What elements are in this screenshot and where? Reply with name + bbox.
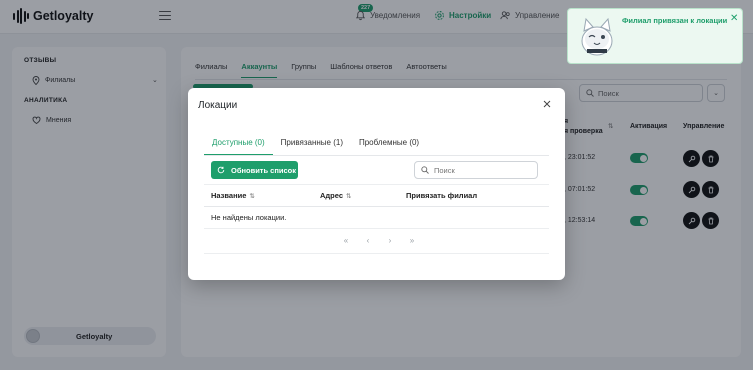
col-name: Название ⇅ (211, 191, 255, 200)
modal-footer-divider (204, 253, 549, 254)
next-page-button[interactable]: › (385, 236, 395, 245)
tab-problematic[interactable]: Проблемные (0) (351, 134, 427, 155)
col-address: Адрес ⇅ (320, 191, 351, 200)
cat-mascot-icon (581, 17, 613, 56)
search-icon (421, 166, 429, 174)
locations-search-input[interactable] (434, 165, 524, 175)
prev-page-button[interactable]: ‹ (363, 236, 373, 245)
pagination: « ‹ › » (341, 236, 417, 245)
last-page-button[interactable]: » (407, 236, 417, 245)
locations-modal: Локации Доступные (0) Привязанные (1) Пр… (188, 88, 565, 280)
tab-available[interactable]: Доступные (0) (204, 134, 273, 155)
first-page-button[interactable]: « (341, 236, 351, 245)
modal-tabs-divider (204, 155, 549, 156)
success-toast: Филиал привязан к локации ✕ (567, 8, 743, 64)
table-header-divider (204, 206, 549, 207)
sort-icon[interactable]: ⇅ (346, 192, 351, 200)
toast-close-icon[interactable]: ✕ (730, 13, 738, 24)
tab-linked[interactable]: Привязанные (1) (273, 134, 351, 155)
col-address-label: Адрес (320, 191, 344, 200)
modal-tabs: Доступные (0) Привязанные (1) Проблемные… (204, 134, 427, 155)
modal-close-button[interactable] (541, 98, 553, 110)
toast-message: Филиал привязан к локации (622, 16, 728, 25)
refresh-list-button[interactable]: Обновить список (211, 161, 298, 179)
close-icon (543, 100, 551, 108)
refresh-list-label: Обновить список (231, 165, 296, 175)
empty-state-text: Не найдены локации. (211, 213, 287, 222)
locations-search-field[interactable] (414, 161, 538, 179)
col-link-branch: Привязать филиал (406, 191, 477, 200)
refresh-icon (217, 166, 225, 174)
col-name-label: Название (211, 191, 247, 200)
table-top-divider (204, 184, 549, 185)
table-body-divider (204, 228, 549, 229)
sort-icon[interactable]: ⇅ (249, 192, 254, 200)
col-link-branch-label: Привязать филиал (406, 191, 478, 200)
modal-title: Локации (198, 100, 238, 111)
